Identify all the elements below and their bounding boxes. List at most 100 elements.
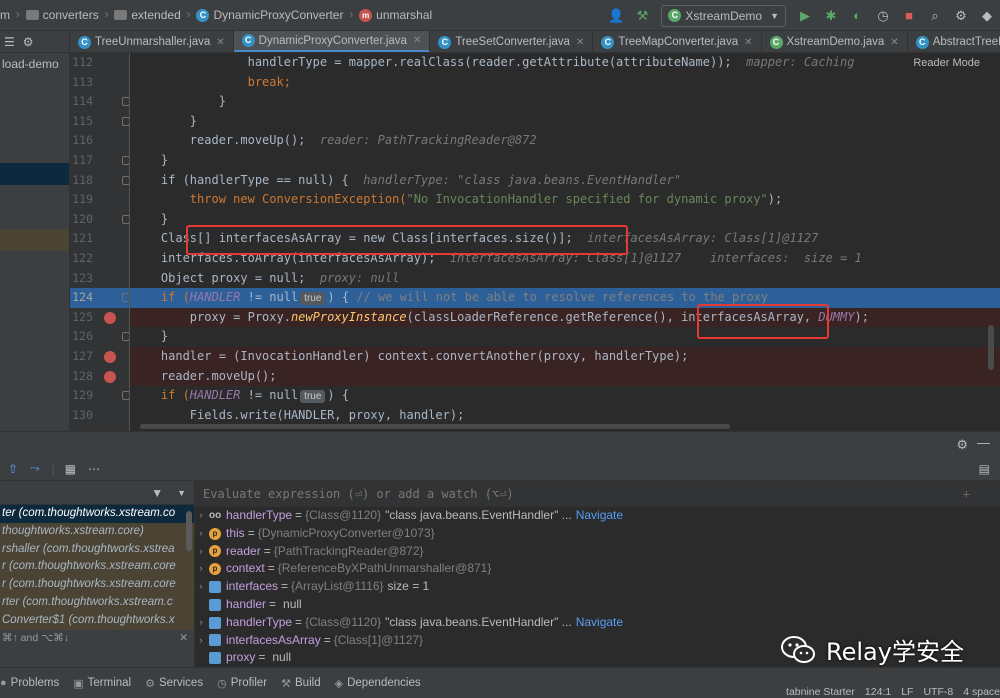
code-line[interactable]: if (HANDLER != null true) {	[130, 386, 1000, 406]
layout-icon[interactable]: ▤	[979, 462, 990, 476]
code-line[interactable]: reader.moveUp(); reader: PathTrackingRea…	[130, 131, 1000, 151]
fold-icon[interactable]	[122, 155, 129, 165]
code-line[interactable]: handlerType = mapper.realClass(reader.ge…	[130, 53, 1000, 73]
tab-dynamic-proxy-converter[interactable]: C DynamicProxyConverter.java ✕	[233, 31, 431, 52]
frame-item[interactable]: r (com.thoughtworks.xstream.core	[0, 558, 194, 577]
line-number[interactable]: 128	[70, 367, 129, 387]
line-number[interactable]: 114	[70, 92, 129, 112]
vertical-scrollbar[interactable]	[988, 325, 994, 370]
plugin-icon[interactable]: ◆	[976, 5, 998, 27]
breakpoint-icon[interactable]	[104, 350, 116, 363]
fold-icon[interactable]	[122, 175, 129, 185]
navigate-link[interactable]: Navigate	[576, 614, 623, 632]
caret-position[interactable]: 124:1	[865, 686, 891, 698]
line-number[interactable]: 117	[70, 151, 129, 171]
run-configuration-select[interactable]: C XstreamDemo ▼	[661, 4, 786, 27]
fold-icon[interactable]	[122, 332, 129, 342]
line-number[interactable]: 127	[70, 347, 129, 367]
run-to-cursor-icon[interactable]: ⤳	[30, 461, 40, 476]
collapse-icon[interactable]: ☰	[4, 35, 15, 49]
breadcrumb-item-class[interactable]: DynamicProxyConverter	[213, 8, 343, 22]
frame-item[interactable]: Converter$1 (com.thoughtworks.x	[0, 611, 194, 630]
indent-setting[interactable]: 4 space	[963, 686, 1000, 698]
fold-icon[interactable]	[122, 214, 129, 224]
frame-item[interactable]: ter (com.thoughtworks.xstream.co	[0, 505, 194, 523]
breakpoint-icon[interactable]	[104, 370, 116, 383]
fold-icon[interactable]	[122, 391, 129, 401]
gear-icon[interactable]: ⚙	[23, 35, 34, 49]
problems-tool[interactable]: ● Problems	[0, 677, 59, 689]
expand-arrow-icon[interactable]: ›	[195, 614, 207, 632]
line-number[interactable]: 125	[70, 308, 129, 328]
line-number[interactable]: 130	[70, 406, 129, 426]
coverage-icon[interactable]: ◐	[846, 5, 868, 27]
line-number[interactable]: 129	[70, 386, 129, 406]
frame-item[interactable]: thoughtworks.xstream.core)	[0, 522, 194, 541]
project-item[interactable]	[0, 119, 69, 141]
project-item[interactable]	[0, 75, 69, 97]
expand-arrow-icon[interactable]: ›	[195, 578, 207, 596]
navigate-link[interactable]: Navigate	[576, 507, 623, 525]
search-icon[interactable]: ⌕	[924, 5, 946, 27]
horizontal-scrollbar[interactable]	[140, 424, 730, 429]
filter-icon[interactable]: ▼	[151, 486, 163, 500]
user-icon[interactable]: 👤	[605, 5, 627, 27]
stop-icon[interactable]: ■	[898, 5, 920, 27]
variable-row[interactable]: handler = null	[195, 596, 1000, 614]
variable-row[interactable]: › p context = {ReferenceByXPathUnmarshaller@…	[195, 560, 1000, 578]
tab-tree-set-converter[interactable]: C TreeSetConverter.java ✕	[430, 31, 594, 52]
project-item[interactable]	[0, 141, 69, 163]
profile-icon[interactable]: ◷	[872, 5, 894, 27]
project-item[interactable]	[0, 97, 69, 119]
breadcrumb-item-method[interactable]: unmarshal	[376, 8, 432, 22]
line-number[interactable]: 113	[70, 73, 129, 93]
variable-row[interactable]: › p this = {DynamicProxyConverter@1073}	[195, 525, 1000, 543]
breadcrumb-item-converters[interactable]: converters	[43, 8, 99, 22]
expand-arrow-icon[interactable]: ›	[195, 543, 207, 561]
code-line[interactable]: Fields.write(HANDLER, proxy, handler);	[130, 406, 1000, 426]
breakpoint-icon[interactable]	[104, 311, 116, 324]
expand-arrow-icon[interactable]: ›	[195, 560, 207, 578]
code-line[interactable]: if (handlerType == null) { handlerType: …	[130, 171, 1000, 191]
frame-item[interactable]: r (com.thoughtworks.xstream.core	[0, 576, 194, 594]
run-icon[interactable]: ▶	[794, 5, 816, 27]
evaluate-expression-input[interactable]: Evaluate expression (⏎) or add a watch (…	[195, 481, 1000, 507]
close-icon[interactable]: ✕	[216, 37, 224, 48]
variable-row[interactable]: › interfaces = {ArrayList@1116} size = 1	[195, 578, 1000, 596]
breadcrumb-item-root[interactable]: m	[0, 8, 10, 22]
code-line[interactable]: break;	[130, 73, 1000, 93]
terminal-tool[interactable]: ▣ Terminal	[73, 677, 131, 690]
table-icon[interactable]: ▦	[65, 462, 76, 476]
tabnine-status[interactable]: tabnine Starter	[786, 686, 855, 698]
project-item[interactable]: load-demo	[0, 53, 69, 75]
expand-arrow-icon[interactable]: ›	[195, 632, 207, 650]
line-number[interactable]: 126	[70, 327, 129, 347]
frame-item[interactable]: rter (com.thoughtworks.xstream.c	[0, 593, 194, 612]
close-icon[interactable]: ✕	[413, 35, 421, 46]
line-number-current[interactable]: 124	[70, 288, 129, 308]
line-number[interactable]: 118	[70, 171, 129, 191]
tab-abstract-tree-marshaller[interactable]: CAbstractTreeMarsha	[908, 31, 1000, 52]
tab-xstream-demo[interactable]: C XstreamDemo.java ✕	[762, 31, 908, 52]
code-line[interactable]: }	[130, 327, 1000, 347]
line-number[interactable]: 120	[70, 210, 129, 230]
code-line-breakpoint[interactable]: proxy = Proxy.newProxyInstance(classLoad…	[130, 307, 1000, 328]
line-number[interactable]: 112	[70, 53, 129, 73]
minimize-icon[interactable]: —	[977, 435, 990, 450]
services-tool[interactable]: ⚙ Services	[145, 677, 203, 690]
variable-row[interactable]: › handlerType = {Class@1120} "class java.bea…	[195, 614, 1000, 632]
evaluate-icon[interactable]: ⋯	[88, 462, 100, 476]
line-separator[interactable]: LF	[901, 686, 913, 698]
line-number[interactable]: 123	[70, 269, 129, 289]
gear-icon[interactable]: ⚙	[956, 437, 968, 453]
close-icon[interactable]: ✕	[744, 37, 752, 48]
project-item[interactable]	[0, 207, 69, 229]
file-encoding[interactable]: UTF-8	[923, 686, 953, 698]
tab-tree-map-converter[interactable]: C TreeMapConverter.java ✕	[593, 31, 762, 52]
fold-icon[interactable]	[122, 293, 129, 303]
step-out-icon[interactable]: ⇧	[8, 462, 18, 476]
project-item[interactable]	[0, 185, 69, 207]
code-line-breakpoint[interactable]: reader.moveUp();	[130, 366, 1000, 387]
code-line[interactable]: throw new ConversionException("No Invoca…	[130, 190, 1000, 210]
project-item-highlighted[interactable]	[0, 229, 69, 251]
